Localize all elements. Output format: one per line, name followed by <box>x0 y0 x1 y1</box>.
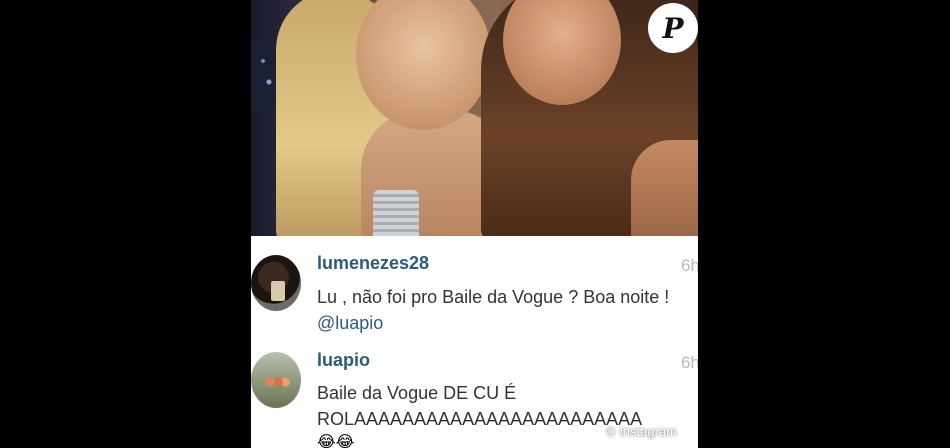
comment-timestamp: 6h <box>681 353 698 372</box>
comment-username[interactable]: lumenezes28 <box>317 253 429 274</box>
photo-person-right-shoulder <box>631 140 698 236</box>
avatar[interactable] <box>251 255 301 311</box>
comment-text: Lu , não foi pro Baile da Vogue ? Boa no… <box>317 284 697 336</box>
photo-bottle <box>373 190 419 236</box>
comment-body: Lu , não foi pro Baile da Vogue ? Boa no… <box>317 287 670 307</box>
instagram-post: lumenezes28 6h Lu , não foi pro Baile da… <box>251 0 698 448</box>
avatar[interactable] <box>251 352 301 408</box>
post-photo[interactable] <box>251 0 698 236</box>
comment-mention-link[interactable]: @luapio <box>317 313 383 333</box>
brand-logo: P <box>648 3 698 53</box>
comment-timestamp: 6h <box>681 256 698 275</box>
instagram-watermark: © Instagram <box>606 424 677 439</box>
comment-emoji: 😂😂 <box>317 434 355 448</box>
comment-1: lumenezes28 6h Lu , não foi pro Baile da… <box>251 236 698 333</box>
comment-username[interactable]: luapio <box>317 350 370 371</box>
